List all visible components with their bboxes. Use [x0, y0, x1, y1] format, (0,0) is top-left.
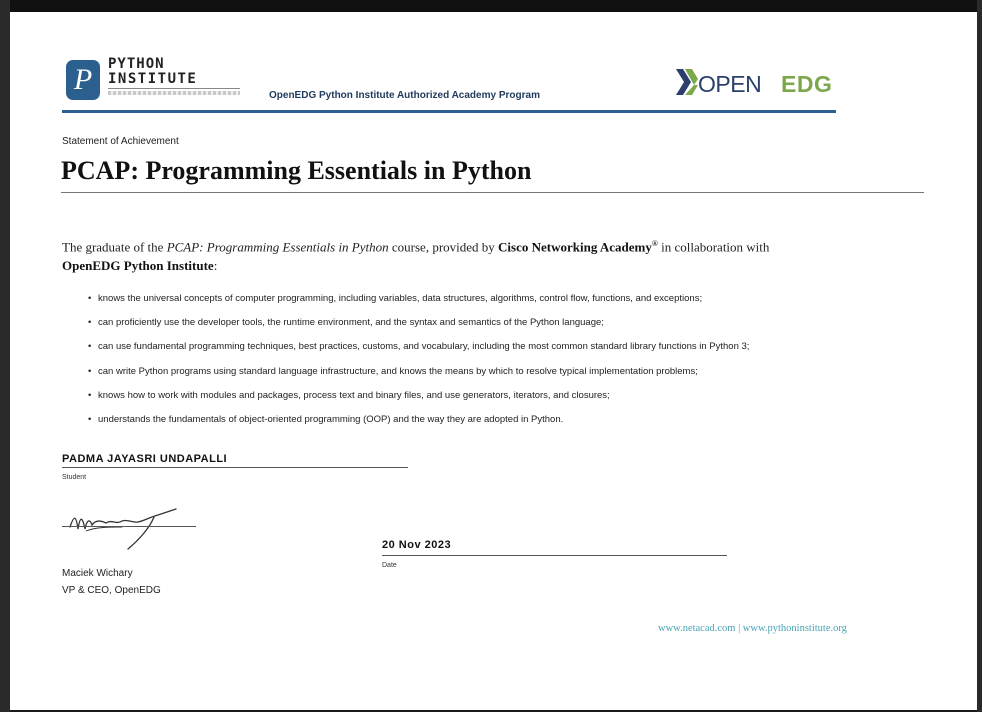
intro-course-name: PCAP: Programming Essentials in Python	[166, 239, 389, 255]
statement-label: Statement of Achievement	[62, 136, 179, 147]
title-divider	[61, 192, 924, 193]
issue-date: 20 Nov 2023	[382, 539, 452, 551]
achievement-item: understands the fundamentals of object-o…	[88, 413, 749, 437]
handwritten-signature	[69, 508, 177, 550]
header-divider	[62, 110, 836, 113]
intro-collab: in collaboration with	[657, 239, 770, 255]
achievement-item: can write Python programs using standard…	[88, 365, 749, 389]
viewer-left-border	[0, 0, 10, 712]
intro-lead: The graduate of the	[62, 239, 167, 255]
openedg-logo-icon	[676, 69, 698, 95]
intro-paragraph: The graduate of the PCAP: Programming Es…	[62, 234, 942, 275]
signer-name: Maciek Wichary	[62, 568, 133, 579]
openedg-wordmark-edg: EDG	[781, 71, 833, 97]
viewer-top-bar	[0, 0, 982, 12]
openedg-wordmark-open: OPEN	[698, 71, 762, 97]
intro-mid: course, provided by	[388, 239, 499, 255]
achievement-list: knows the universal concepts of computer…	[88, 292, 749, 437]
achievement-item: can use fundamental programming techniqu…	[88, 340, 749, 364]
signature-line	[62, 526, 196, 527]
intro-partner: OpenEDG Python Institute	[62, 258, 214, 274]
python-institute-logo-icon: P	[66, 60, 100, 100]
student-name: PADMA JAYASRI UNDAPALLI	[62, 453, 228, 465]
student-signature-line	[62, 467, 408, 468]
achievement-item: can proficiently use the developer tools…	[88, 316, 749, 340]
date-line	[382, 555, 727, 556]
date-label: Date	[382, 562, 397, 569]
academy-program-label: OpenEDG Python Institute Authorized Acad…	[269, 90, 540, 101]
student-label: Student	[62, 474, 87, 481]
viewer-right-border	[977, 0, 982, 712]
certificate-title: PCAP: Programming Essentials in Python	[61, 156, 532, 185]
institute-name-line2: INSTITUTE	[108, 71, 198, 87]
institute-name-line1: PYTHON	[108, 56, 165, 72]
certificate-page: P PYTHON INSTITUTE OpenEDG Python Instit…	[10, 12, 977, 710]
achievement-item: knows how to work with modules and packa…	[88, 389, 749, 413]
footer-urls: www.netacad.com | www.pythoninstitute.or…	[658, 623, 847, 634]
intro-end: :	[213, 258, 218, 274]
institute-underline	[108, 88, 240, 89]
institute-tagline-strip	[108, 91, 240, 95]
intro-provider: Cisco Networking Academy	[498, 239, 652, 255]
signer-title: VP & CEO, OpenEDG	[62, 585, 161, 596]
achievement-item: knows the universal concepts of computer…	[88, 292, 749, 316]
